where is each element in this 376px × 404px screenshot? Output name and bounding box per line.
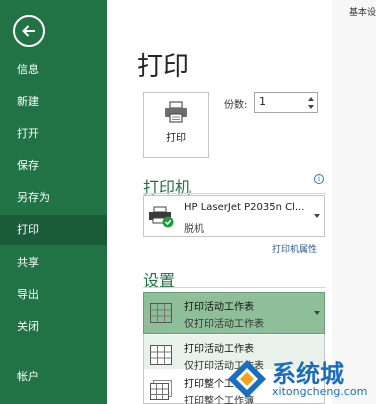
preview-pane-edge: [332, 0, 376, 404]
sheet-grid-icon: [150, 345, 172, 365]
sheet-grid-icon: [150, 303, 172, 323]
printer-properties-link[interactable]: 打印机属性: [272, 242, 317, 255]
chevron-down-icon[interactable]: [314, 311, 320, 315]
selected-scope-subtitle: 仅打印活动工作表: [184, 319, 264, 330]
watermark-url: xitongcheng.com: [272, 385, 368, 398]
info-icon[interactable]: i: [314, 174, 324, 184]
copies-value[interactable]: 1: [259, 95, 266, 108]
header-text: 基本设: [349, 8, 376, 18]
spin-down-icon[interactable]: [308, 105, 314, 109]
spin-up-icon[interactable]: [308, 97, 314, 101]
back-arrow-icon: [22, 25, 35, 37]
watermark-logo-icon: [228, 360, 266, 398]
copies-label: 份数:: [224, 100, 248, 111]
chevron-down-icon[interactable]: [314, 214, 320, 218]
nav-item-close[interactable]: 关闭: [0, 312, 107, 342]
nav-item-account[interactable]: 帐户: [0, 362, 107, 392]
print-scope-dropdown[interactable]: 打印活动工作表 仅打印活动工作表: [143, 292, 325, 334]
printer-status: 脱机: [184, 224, 204, 235]
nav-item-save-as[interactable]: 另存为: [0, 183, 107, 213]
menu-item-title: 打印活动工作表: [184, 344, 254, 355]
nav-item-open[interactable]: 打开: [0, 119, 107, 149]
selected-scope-title: 打印活动工作表: [184, 302, 254, 313]
print-button[interactable]: 打印: [143, 92, 209, 158]
watermark-text: 系统城: [272, 360, 344, 388]
watermark: 系统城 xitongcheng.com: [222, 354, 376, 404]
printer-section-divider: [143, 193, 326, 194]
nav-item-export[interactable]: 导出: [0, 280, 107, 310]
printer-offline-icon: [149, 206, 174, 228]
settings-section-divider: [143, 287, 326, 288]
nav-item-info[interactable]: 信息: [0, 55, 107, 85]
printer-icon: [165, 101, 187, 123]
nav-item-new[interactable]: 新建: [0, 87, 107, 117]
nav-item-share[interactable]: 共享: [0, 248, 107, 278]
print-button-label: 打印: [166, 133, 186, 144]
nav-item-print[interactable]: 打印: [0, 215, 107, 245]
copies-stepper[interactable]: 1: [254, 92, 318, 113]
nav-item-save[interactable]: 保存: [0, 151, 107, 181]
workbook-grid-icon: [150, 380, 172, 400]
back-button[interactable]: [13, 15, 45, 47]
printer-name: HP LaserJet P2035n Cl...: [184, 202, 305, 213]
page-title: 打印: [137, 52, 190, 82]
printer-dropdown[interactable]: HP LaserJet P2035n Cl... 脱机: [143, 195, 325, 237]
backstage-sidebar: 信息 新建 打开 保存 另存为 打印 共享 导出 关闭 帐户: [0, 0, 107, 404]
